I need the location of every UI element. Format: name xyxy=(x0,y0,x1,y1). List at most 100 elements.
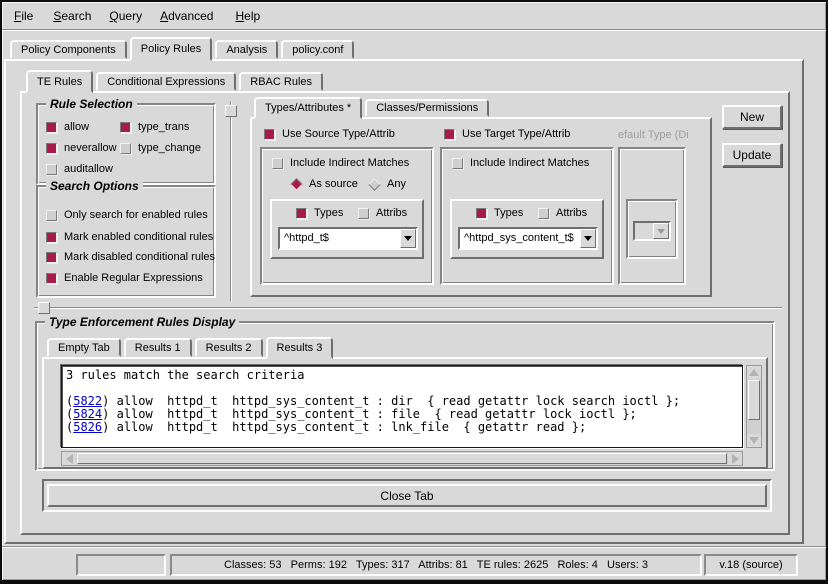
horizontal-sash-handle[interactable] xyxy=(38,302,50,314)
update-button[interactable]: Update xyxy=(722,143,782,167)
tab-policy-components[interactable]: Policy Components xyxy=(10,40,127,59)
checkbox-label: Use Source Type/Attrib xyxy=(282,128,395,140)
checkbox-indicator xyxy=(46,252,57,263)
tab-rbac-rules[interactable]: RBAC Rules xyxy=(239,72,323,91)
checkbox-indicator xyxy=(46,143,57,154)
rule-link-5822[interactable]: 5822 xyxy=(73,394,102,408)
menu-search[interactable]: Search xyxy=(47,6,97,26)
checkbox-indicator xyxy=(120,143,131,154)
combobox-value[interactable]: ^httpd_t$ xyxy=(280,229,400,248)
vertical-sash[interactable] xyxy=(230,101,232,301)
checkbox-use-source-type[interactable]: Use Source Type/Attrib xyxy=(264,128,395,140)
rule-link-5824[interactable]: 5824 xyxy=(73,407,102,421)
checkbox-label: type_change xyxy=(138,142,201,154)
target-type-combobox[interactable]: ^httpd_sys_content_t$ xyxy=(458,227,598,250)
source-type-frame: Include Indirect Matches As source Any T… xyxy=(260,147,434,285)
checkbox-label: Include Indirect Matches xyxy=(290,157,409,169)
checkbox-source-types[interactable]: Types xyxy=(296,207,343,219)
tab-policy-conf[interactable]: policy.conf xyxy=(281,40,354,59)
horizontal-scrollbar-thumb[interactable] xyxy=(77,453,727,464)
radio-any[interactable]: Any xyxy=(370,178,406,190)
main-tab-bar: Policy Components Policy Rules Analysis … xyxy=(10,37,357,61)
scroll-left-button[interactable] xyxy=(62,452,76,465)
source-types-box: Types Attribs ^httpd_t$ xyxy=(270,199,424,259)
vertical-sash-handle[interactable] xyxy=(225,105,237,117)
tab-empty-tab[interactable]: Empty Tab xyxy=(47,338,121,357)
horizontal-sash[interactable] xyxy=(34,307,782,309)
scrollbar-trough[interactable] xyxy=(747,421,761,434)
tab-results-1[interactable]: Results 1 xyxy=(124,338,192,357)
checkbox-indicator xyxy=(46,273,57,284)
checkbox-target-types[interactable]: Types xyxy=(476,207,523,219)
default-type-label: efault Type (Disa xyxy=(618,129,688,141)
checkbox-type-change[interactable]: type_change xyxy=(120,142,201,154)
checkbox-label: type_trans xyxy=(138,121,189,133)
source-type-combobox[interactable]: ^httpd_t$ xyxy=(278,227,418,250)
results-group: Type Enforcement Rules Display Empty Tab… xyxy=(35,321,775,471)
checkbox-mark-enabled-conditional[interactable]: Mark enabled conditional rules xyxy=(46,231,213,243)
checkbox-type-trans[interactable]: type_trans xyxy=(120,121,189,133)
tab-analysis[interactable]: Analysis xyxy=(215,40,278,59)
results-summary: 3 rules match the search criteria xyxy=(66,369,742,382)
menu-query[interactable]: Query xyxy=(103,6,148,26)
status-version: v.18 (source) xyxy=(704,554,798,576)
status-box-empty xyxy=(76,554,166,576)
tab-results-3[interactable]: Results 3 xyxy=(266,337,334,359)
app-window: File Search Query Advanced Help Policy C… xyxy=(0,0,828,584)
tab-te-rules[interactable]: TE Rules xyxy=(26,70,93,93)
vertical-scrollbar-thumb[interactable] xyxy=(748,380,760,420)
menu-advanced[interactable]: Advanced xyxy=(154,6,219,26)
arrow-left-icon xyxy=(66,454,73,464)
checkbox-allow[interactable]: allow xyxy=(46,121,89,133)
checkbox-auditallow[interactable]: auditallow xyxy=(46,163,113,175)
checkbox-target-attribs[interactable]: Attribs xyxy=(538,207,587,219)
close-tab-button[interactable]: Close Tab xyxy=(47,484,767,507)
checkbox-indicator xyxy=(452,158,463,169)
checkbox-label: Use Target Type/Attrib xyxy=(462,128,570,140)
checkbox-label: Types xyxy=(494,207,523,219)
checkbox-source-indirect[interactable]: Include Indirect Matches xyxy=(272,157,409,169)
radio-as-source[interactable]: As source xyxy=(292,178,358,190)
results-text-area[interactable]: 3 rules match the search criteria (5822)… xyxy=(61,365,743,448)
status-stats: Classes: 53 Perms: 192 Types: 317 Attrib… xyxy=(170,554,702,576)
checkbox-neverallow[interactable]: neverallow xyxy=(46,142,117,154)
scroll-down-button[interactable] xyxy=(747,434,761,447)
checkbox-label: allow xyxy=(64,121,89,133)
checkbox-label: Attribs xyxy=(376,207,407,219)
checkbox-indicator xyxy=(46,164,57,175)
combobox-dropdown-button[interactable] xyxy=(400,229,416,248)
radio-label: Any xyxy=(387,178,406,190)
checkbox-use-target-type[interactable]: Use Target Type/Attrib xyxy=(444,128,570,140)
checkbox-mark-disabled-conditional[interactable]: Mark disabled conditional rules xyxy=(46,251,215,263)
checkbox-enable-regex[interactable]: Enable Regular Expressions xyxy=(46,272,203,284)
checkbox-indicator xyxy=(476,208,487,219)
radio-indicator xyxy=(290,178,303,191)
rule-link-5826[interactable]: 5826 xyxy=(73,420,102,434)
checkbox-only-enabled-rules[interactable]: Only search for enabled rules xyxy=(46,209,208,221)
tab-policy-rules[interactable]: Policy Rules xyxy=(130,37,213,61)
checkbox-target-indirect[interactable]: Include Indirect Matches xyxy=(452,157,589,169)
tab-results-2[interactable]: Results 2 xyxy=(195,338,263,357)
menu-help[interactable]: Help xyxy=(229,6,266,26)
combobox-value[interactable]: ^httpd_sys_content_t$ xyxy=(460,229,580,248)
menu-file[interactable]: File xyxy=(8,6,39,26)
te-rules-page: Rule Selection allow type_trans neverall… xyxy=(20,91,790,535)
tab-classes-permissions[interactable]: Classes/Permissions xyxy=(365,99,489,117)
vertical-scrollbar[interactable] xyxy=(746,365,762,448)
tab-types-attributes[interactable]: Types/Attributes * xyxy=(254,97,362,119)
horizontal-scrollbar[interactable] xyxy=(61,451,743,466)
scroll-right-button[interactable] xyxy=(728,452,742,465)
combobox-dropdown-button[interactable] xyxy=(580,229,596,248)
checkbox-indicator xyxy=(120,122,131,133)
types-attributes-page: Use Source Type/Attrib Include Indirect … xyxy=(250,117,712,297)
tab-conditional-expressions[interactable]: Conditional Expressions xyxy=(96,72,236,91)
default-type-combobox xyxy=(633,221,671,241)
scroll-up-button[interactable] xyxy=(747,366,761,379)
status-separator xyxy=(2,546,826,548)
checkbox-source-attribs[interactable]: Attribs xyxy=(358,207,407,219)
checkbox-indicator xyxy=(296,208,307,219)
radio-indicator xyxy=(368,178,381,191)
arrow-right-icon xyxy=(732,454,739,464)
new-button[interactable]: New xyxy=(722,105,782,129)
menu-separator xyxy=(2,29,826,31)
